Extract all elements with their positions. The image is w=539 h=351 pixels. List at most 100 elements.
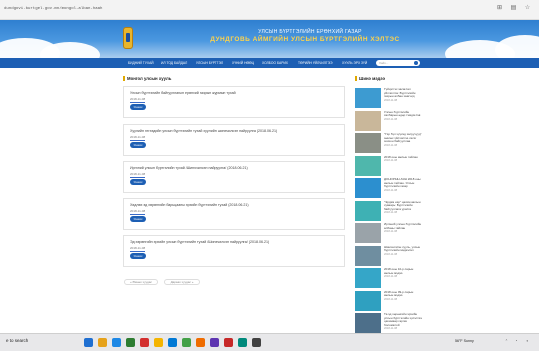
nav-item-about[interactable]: БИДНИЙ ТУХАЙ: [128, 58, 154, 68]
news-title[interactable]: "Гэр бүл хүүхэд залуучууд" зөвлөх үйлчил…: [384, 132, 423, 147]
news-date: 2018-11-08: [384, 275, 398, 279]
list-item: Хөдлөх эд хөрөнгийн барьцааны эрхийн бүр…: [123, 198, 345, 230]
taskbar-app-icon[interactable]: [112, 338, 121, 347]
browser-toolbar: dundgovi.burtgel.gov.mn/mongol-alban-haa…: [0, 0, 539, 20]
star-icon[interactable]: ☆: [524, 5, 531, 12]
read-more-button[interactable]: Унших: [130, 142, 146, 148]
news-title-text[interactable]: "Эрдэм нэр" цахим ажлын хуваарь: Бүртгэл…: [384, 200, 420, 211]
cloud-decoration: [40, 42, 100, 58]
list-item-date: 2018-11-08: [130, 97, 146, 103]
read-more-button[interactable]: Унших: [130, 104, 146, 110]
news-thumbnail[interactable]: [355, 290, 381, 311]
read-more-button[interactable]: Унших: [130, 179, 146, 185]
nav-item-transparency[interactable]: ИЛ ТОД БАЙДАЛ: [161, 58, 187, 68]
news-date: 2018-11-08: [384, 211, 398, 215]
list-item-title[interactable]: Хөдлөх эд хөрөнгийн барьцааны эрхийн бүр…: [130, 203, 249, 207]
soyombo-emblem-icon[interactable]: [123, 27, 133, 49]
news-title-text[interactable]: 2018 оны 10-р сарын ажлын мэдээ: [384, 267, 413, 275]
news-title-text[interactable]: Та эд хөрөнгийн эрхийн улсын бүртгэлийн …: [384, 312, 422, 327]
news-thumbnail[interactable]: [355, 155, 381, 176]
taskbar-app-icon[interactable]: [238, 338, 247, 347]
site-banner: УЛСЫН БҮРТГЭЛИЙН ЕРӨНХИЙ ГАЗАР ДУНДГОВЬ …: [0, 20, 539, 58]
news-title[interactable]: 2018 оны 10-р сарын ажлын мэдээ 2018-11-0…: [384, 267, 423, 279]
news-title[interactable]: Та эд хөрөнгийн эрхийн улсын бүртгэлийн …: [384, 312, 423, 331]
taskbar-app-icon[interactable]: [154, 338, 163, 347]
list-item-date: 2018-11-08: [130, 246, 146, 252]
address-bar[interactable]: dundgovi.burtgel.gov.mn/mongol-alban-haa…: [4, 4, 474, 15]
pager-next-button[interactable]: Дараах хуудас »: [164, 279, 200, 285]
translate-icon[interactable]: ⊞: [496, 5, 503, 12]
nav-item-contact[interactable]: ХОЛБОО БАРИХ: [262, 58, 288, 68]
taskbar-app-icon[interactable]: [196, 338, 205, 347]
news-title[interactable]: 2018 оны ажлын тайлан 2018-11-08: [384, 155, 423, 163]
news-title-text[interactable]: "Гэр бүл хүүхэд залуучууд" зөвлөх үйлчил…: [384, 132, 422, 143]
news-title-text[interactable]: ДОНОРЫН АЯН 2018 оны ажлын тайлан. Улсын…: [384, 177, 421, 188]
news-date: 2018-11-08: [384, 159, 398, 163]
pager-prev-button[interactable]: « Өмнөх хуудас: [124, 279, 158, 285]
news-title-text[interactable]: 2018 оны ажлын тайлан: [384, 155, 418, 159]
taskbar-app-icon[interactable]: [98, 338, 107, 347]
news-date: 2018-11-08: [384, 117, 398, 121]
news-thumbnail[interactable]: [355, 133, 381, 153]
news-date: 2018-11-08: [384, 230, 398, 234]
news-date: 2018-11-08: [384, 252, 398, 256]
reader-icon[interactable]: ▤: [510, 5, 517, 12]
taskbar-app-icon[interactable]: [126, 338, 135, 347]
taskbar-app-icon[interactable]: [210, 338, 219, 347]
news-thumbnail[interactable]: [355, 245, 381, 266]
news-thumbnail[interactable]: [355, 313, 381, 333]
list-item-date: 2018-11-08: [130, 135, 146, 141]
news-thumbnail[interactable]: [355, 178, 381, 198]
news-title[interactable]: Иргэний улсын бүртгэлийн албаны тайлан 20…: [384, 222, 423, 234]
read-more-button[interactable]: Унших: [130, 253, 146, 259]
list-item-title[interactable]: Хуулийн этгээдийн улсын бүртгэлийн тухай…: [130, 129, 277, 133]
news-thumbnail[interactable]: [355, 268, 381, 288]
news-thumbnail[interactable]: [355, 200, 381, 221]
tray-chevron-icon[interactable]: ⌃: [505, 339, 508, 343]
news-title-text[interactable]: Гүйцэтгэх засаглал үйлчилгээ: Бүртгэлийн…: [384, 87, 415, 98]
volume-icon[interactable]: ◖: [526, 339, 528, 343]
search-icon[interactable]: [414, 61, 418, 65]
section-heading-news: Шинэ мэдээ: [354, 76, 386, 81]
list-item-title[interactable]: Иргэний улсын бүртгэлийн тухай /Шинэчилс…: [130, 166, 248, 170]
taskbar-app-icon[interactable]: [168, 338, 177, 347]
news-title-text[interactable]: Шинэчилсэн хууль, улсын бүртгэлийн мэдээ…: [384, 245, 420, 253]
taskbar-app-icon[interactable]: [84, 338, 93, 347]
news-title[interactable]: ДОНОРЫН АЯН 2018 оны ажлын тайлан. Улсын…: [384, 177, 423, 192]
news-thumbnail[interactable]: [355, 223, 381, 243]
news-title[interactable]: 2018 оны 09-р сарын ажлын мэдээ 2018-11-0…: [384, 290, 423, 302]
news-date: 2018-11-08: [384, 98, 398, 102]
windows-taskbar: e to search 56°F Sunny ⌃ ◔ ◖: [0, 333, 539, 351]
network-icon[interactable]: ◔: [515, 339, 517, 343]
list-item: Эд хөрөнгийн эрхийн улсын бүртгэлийн тух…: [123, 235, 345, 267]
news-title-text[interactable]: Улсын бүртгэлийн салбарын өдөр тэмдэглэв: [384, 110, 420, 118]
list-item: Иргэний улсын бүртгэлийн тухай /Шинэчилс…: [123, 161, 345, 193]
weather-widget[interactable]: 56°F Sunny: [455, 339, 474, 343]
news-date: 2018-11-08: [384, 297, 398, 301]
section-heading-laws: Монгол улсын хууль: [122, 76, 172, 81]
taskbar-app-icon[interactable]: [252, 338, 261, 347]
list-item-title[interactable]: Улсын бүртгэлийн байгууллагын ерөнхий га…: [130, 91, 236, 95]
news-thumbnail[interactable]: [355, 110, 381, 131]
news-title-text[interactable]: Иргэний улсын бүртгэлийн албаны тайлан: [384, 222, 421, 230]
taskbar-app-icon[interactable]: [224, 338, 233, 347]
site-title-secondary: ДУНДГОВЬ АЙМГИЙН УЛСЫН БҮРТГЭЛИЙН ХЭЛТЭС: [210, 36, 400, 43]
read-more-button[interactable]: Унших: [130, 216, 146, 222]
taskbar-search[interactable]: e to search: [6, 338, 28, 343]
list-item-date: 2018-11-08: [130, 209, 146, 215]
nav-item-services[interactable]: ТӨРИЙН ҮЙЛЧИЛГЭЭ: [298, 58, 332, 68]
nav-item-hr[interactable]: ХҮНИЙ НӨӨЦ: [232, 58, 254, 68]
nav-item-registration[interactable]: УЛСЫН БҮРТГЭЛ: [196, 58, 223, 68]
taskbar-app-icon[interactable]: [182, 338, 191, 347]
news-title[interactable]: "Эрдэм нэр" цахим ажлын хуваарь: Бүртгэл…: [384, 200, 423, 215]
nav-item-law[interactable]: ХУУЛЬ ЭРХ ЗҮЙ: [342, 58, 367, 68]
taskbar-app-icon[interactable]: [140, 338, 149, 347]
news-title[interactable]: Шинэчилсэн хууль, улсын бүртгэлийн мэдээ…: [384, 245, 423, 257]
news-title-text[interactable]: 2018 оны 09-р сарын ажлын мэдээ: [384, 290, 413, 298]
news-date: 2018-11-08: [384, 327, 398, 331]
news-title[interactable]: Улсын бүртгэлийн салбарын өдөр тэмдэглэв…: [384, 110, 423, 122]
list-item-title[interactable]: Эд хөрөнгийн эрхийн улсын бүртгэлийн тух…: [130, 240, 269, 244]
news-date: 2018-11-08: [384, 143, 398, 147]
news-thumbnail[interactable]: [355, 88, 381, 108]
news-title[interactable]: Гүйцэтгэх засаглал үйлчилгээ: Бүртгэлийн…: [384, 87, 423, 102]
